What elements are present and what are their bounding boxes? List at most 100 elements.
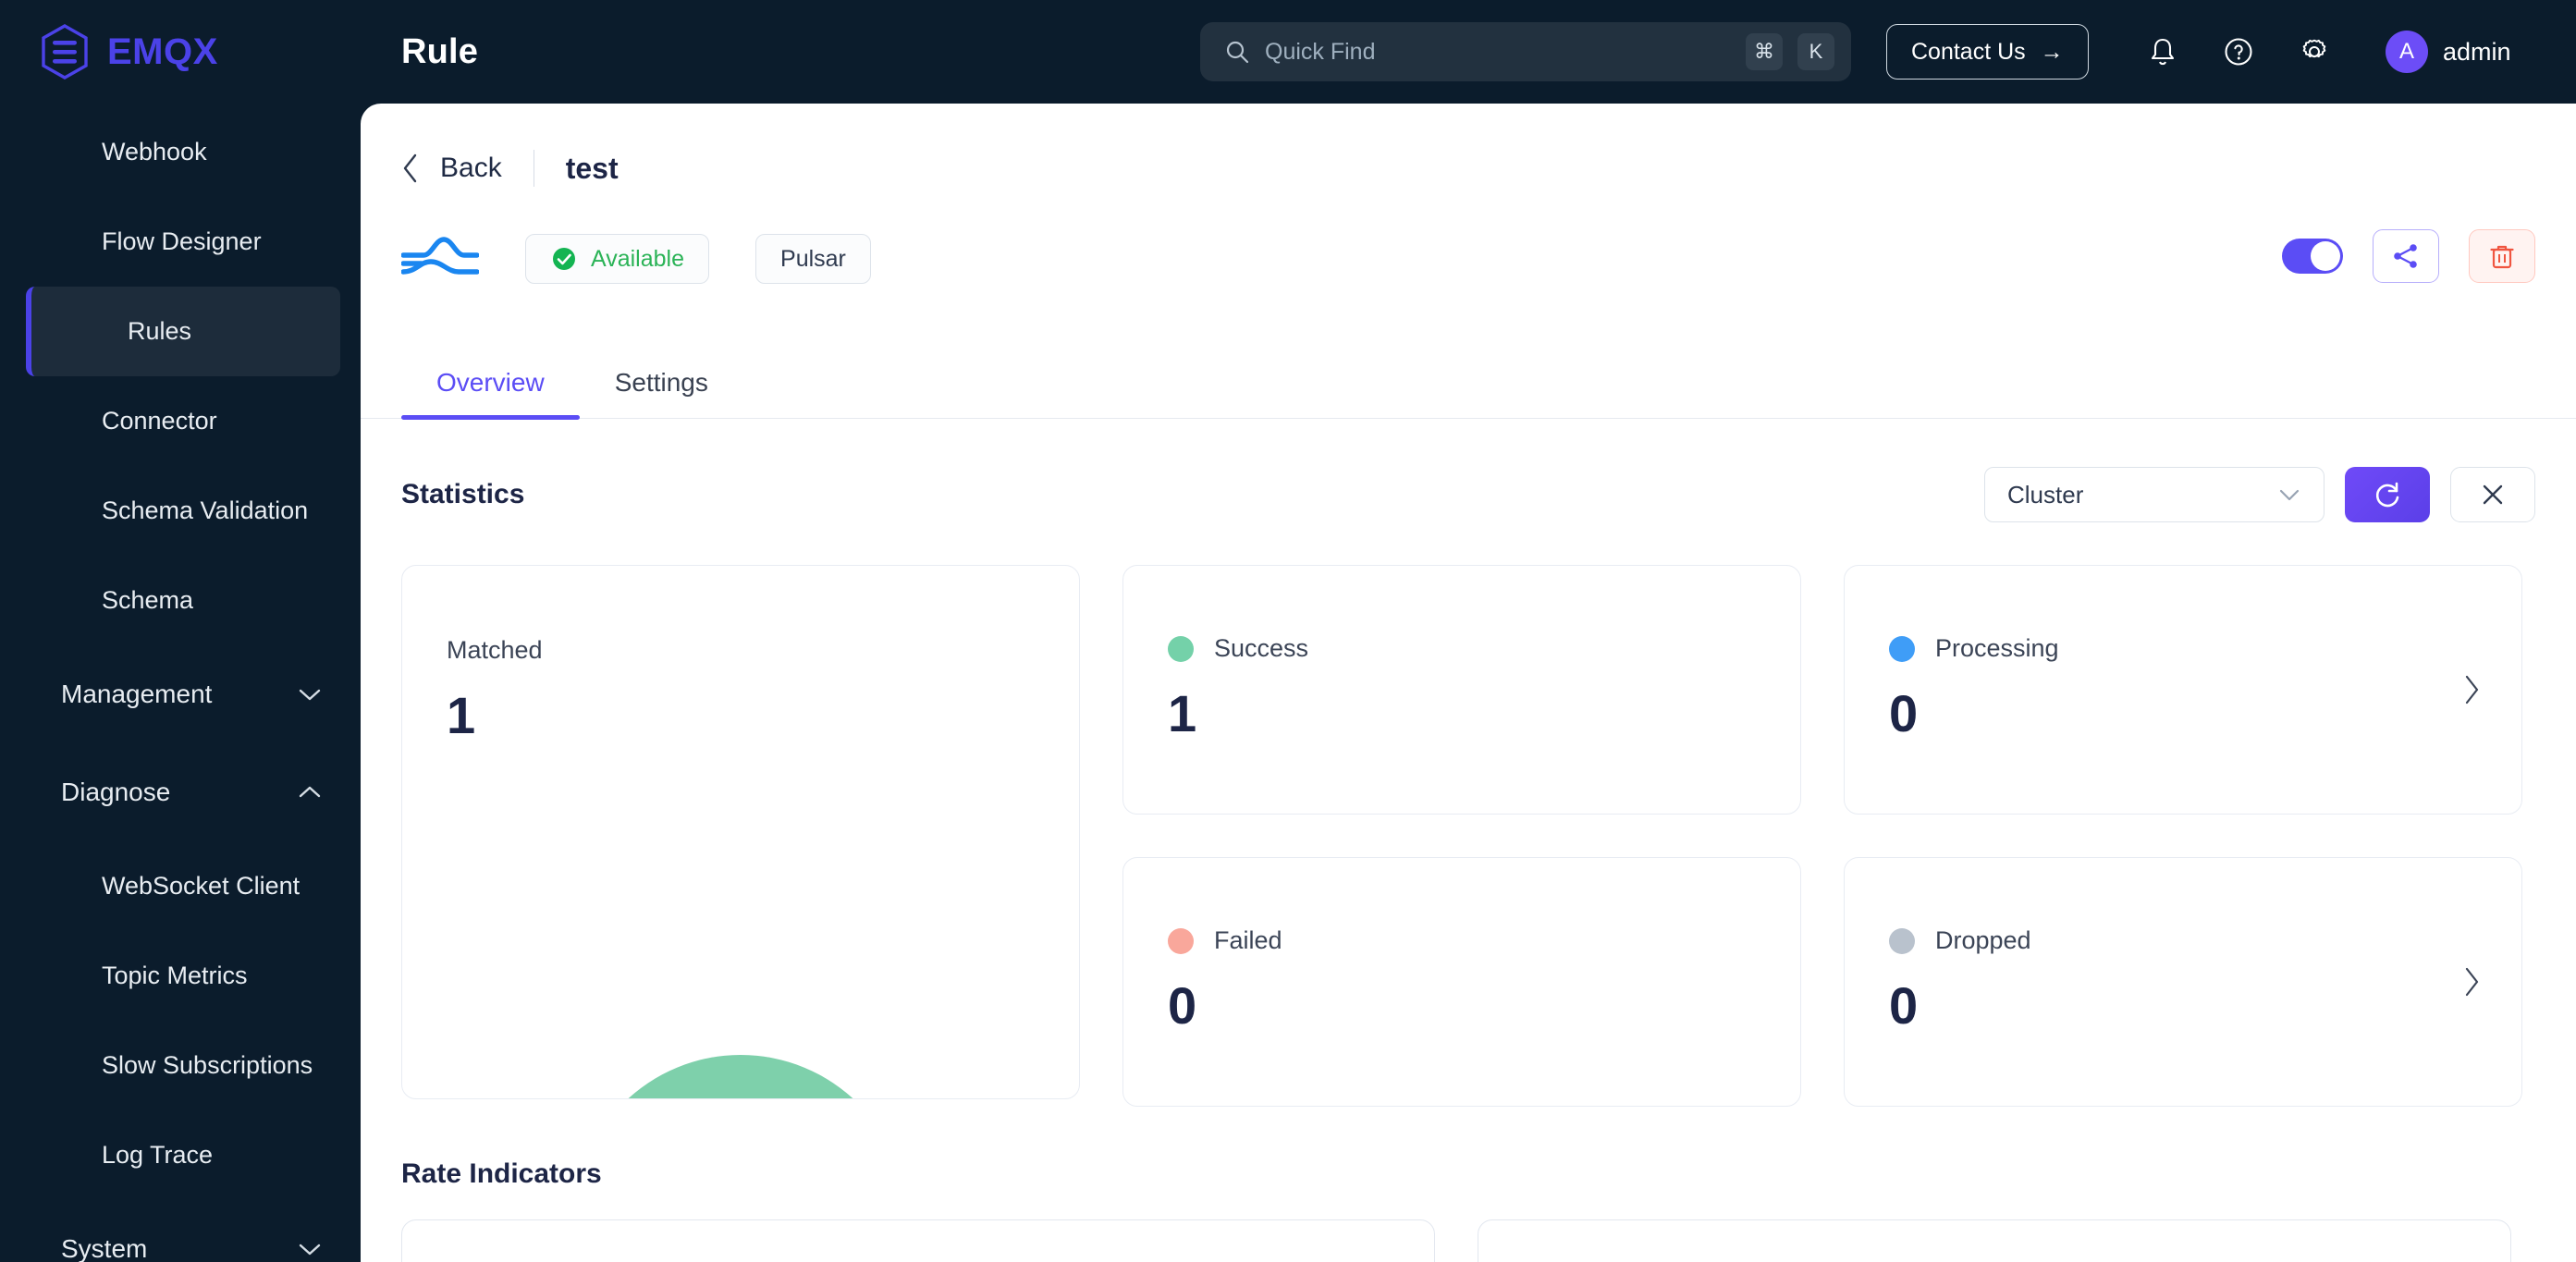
app-root: EMQX Rule ⌘ K Contact Us → A ad <box>0 0 2576 1262</box>
status-dot-success <box>1168 635 1194 662</box>
tab-bar: Overview Settings <box>361 311 2576 420</box>
stat-card-processing[interactable]: Processing 0 <box>1844 565 2522 815</box>
stat-card-success: Success 1 <box>1122 565 1801 815</box>
statistics-tools: Cluster <box>1984 467 2535 522</box>
tab-settings[interactable]: Settings <box>580 368 743 418</box>
header-icon-group <box>2145 24 2332 80</box>
chevron-right-icon[interactable] <box>2462 674 2481 705</box>
contact-us-button[interactable]: Contact Us → <box>1886 24 2089 80</box>
sidebar-group-label: Management <box>61 680 213 708</box>
stat-card-label: Dropped <box>1935 926 2031 954</box>
back-button[interactable]: Back <box>401 153 502 184</box>
breadcrumb: Back test <box>361 104 2576 187</box>
sidebar-item-label: Schema <box>102 586 194 614</box>
rate-card <box>401 1219 1435 1262</box>
sidebar-item-webhook[interactable]: Webhook <box>0 107 361 197</box>
stat-card-matched: Matched 1 <box>401 565 1080 1099</box>
sidebar-item-label: Schema Validation <box>102 496 309 524</box>
sidebar-item-label: Flow Designer <box>102 227 262 255</box>
share-button[interactable] <box>2373 229 2439 283</box>
type-badge-label: Pulsar <box>780 245 846 272</box>
refresh-button[interactable] <box>2345 467 2430 522</box>
trash-icon <box>2490 245 2514 269</box>
sidebar-item-label: Connector <box>102 407 217 435</box>
refresh-icon <box>2375 482 2399 508</box>
rate-indicators-title: Rate Indicators <box>401 1158 602 1189</box>
stat-card-label: Matched <box>447 636 543 664</box>
sidebar-group-diagnose[interactable]: Diagnose <box>0 743 361 841</box>
delete-button[interactable] <box>2469 229 2535 283</box>
tab-label: Settings <box>614 368 708 397</box>
close-icon <box>2483 484 2503 505</box>
stat-card-label: Processing <box>1935 634 2059 662</box>
chevron-up-icon <box>299 786 321 798</box>
quick-find-search[interactable]: ⌘ K <box>1200 22 1851 81</box>
sidebar-item-label: Slow Subscriptions <box>102 1051 313 1079</box>
tab-overview[interactable]: Overview <box>401 368 580 420</box>
stat-card-label-wrap: Processing <box>1845 566 2521 663</box>
back-label: Back <box>440 153 502 183</box>
stat-card-label: Failed <box>1214 926 1282 954</box>
sidebar-item-label: Log Trace <box>102 1141 214 1169</box>
sidebar-group-management[interactable]: Management <box>0 645 361 743</box>
help-circle-icon[interactable] <box>2221 34 2256 69</box>
stat-card-failed: Failed 0 <box>1122 857 1801 1107</box>
sidebar-item-rules[interactable]: Rules <box>26 287 340 376</box>
sidebar-item-flow-designer[interactable]: Flow Designer <box>0 197 361 287</box>
contact-us-label: Contact Us <box>1911 38 2026 65</box>
sidebar-item-slow-subscriptions[interactable]: Slow Subscriptions <box>0 1021 361 1110</box>
stat-card-value: 0 <box>1889 976 1919 1035</box>
sidebar-group-label: Diagnose <box>61 778 171 806</box>
stat-card-value: 1 <box>1168 684 1197 742</box>
statistics-grid: Matched 1 Success 1 Processing 0 Failed … <box>361 522 2576 1107</box>
stat-card-value: 1 <box>447 686 476 744</box>
sidebar-item-websocket-client[interactable]: WebSocket Client <box>0 841 361 931</box>
statistics-title: Statistics <box>401 479 525 509</box>
rate-indicators-grid <box>361 1190 2576 1262</box>
kbd-modifier: ⌘ <box>1746 33 1783 70</box>
sidebar-item-schema-validation[interactable]: Schema Validation <box>0 466 361 556</box>
sidebar-item-connector[interactable]: Connector <box>0 376 361 466</box>
bell-icon[interactable] <box>2145 34 2180 69</box>
emqx-hexagon-logo-icon <box>42 24 88 80</box>
brand[interactable]: EMQX <box>0 23 361 80</box>
tab-label: Overview <box>436 368 545 397</box>
user-menu[interactable]: A admin <box>2386 24 2511 80</box>
status-dot-dropped <box>1889 927 1915 954</box>
enable-toggle[interactable] <box>2282 239 2343 274</box>
stat-card-dropped[interactable]: Dropped 0 <box>1844 857 2522 1107</box>
search-icon <box>1226 41 1249 64</box>
sidebar-item-topic-metrics[interactable]: Topic Metrics <box>0 931 361 1021</box>
chevron-right-icon[interactable] <box>2462 966 2481 998</box>
scope-select-value: Cluster <box>2007 480 2084 508</box>
user-name: admin <box>2443 37 2511 66</box>
gauge-semicircle-icon <box>628 1055 853 1098</box>
resource-meta-row: Available Pulsar <box>361 187 2576 287</box>
sidebar: Webhook Flow Designer Rules Connector Sc… <box>0 104 361 1262</box>
stat-card-value: 0 <box>1168 976 1197 1035</box>
rate-card <box>1478 1219 2511 1262</box>
status-badge-label: Available <box>591 245 685 272</box>
statistics-header: Statistics Cluster <box>361 419 2576 522</box>
search-input[interactable] <box>1265 38 1731 66</box>
arrow-right-icon: → <box>2040 38 2064 65</box>
stat-card-label: Success <box>1214 634 1309 662</box>
pulsar-logo-icon <box>401 237 479 275</box>
gear-icon[interactable] <box>2297 34 2332 69</box>
sidebar-item-label: Topic Metrics <box>102 962 248 989</box>
sidebar-item-schema[interactable]: Schema <box>0 556 361 645</box>
scope-select[interactable]: Cluster <box>1984 467 2325 522</box>
matched-gauge <box>402 1004 1079 1098</box>
sidebar-item-label: WebSocket Client <box>102 872 301 900</box>
status-dot-processing <box>1889 635 1915 662</box>
toggle-knob <box>2311 241 2340 271</box>
breadcrumb-current: test <box>565 151 619 185</box>
sidebar-item-log-trace[interactable]: Log Trace <box>0 1110 361 1200</box>
main-panel: Back test Available Pulsar Overview Sett… <box>361 104 2576 1262</box>
sidebar-item-label: Rules <box>128 317 192 345</box>
avatar: A <box>2386 31 2428 73</box>
stat-card-label-wrap: Success <box>1123 566 1800 663</box>
sidebar-group-system[interactable]: System <box>0 1200 361 1262</box>
close-statistics-button[interactable] <box>2450 467 2535 522</box>
chevron-down-icon <box>299 1244 321 1256</box>
